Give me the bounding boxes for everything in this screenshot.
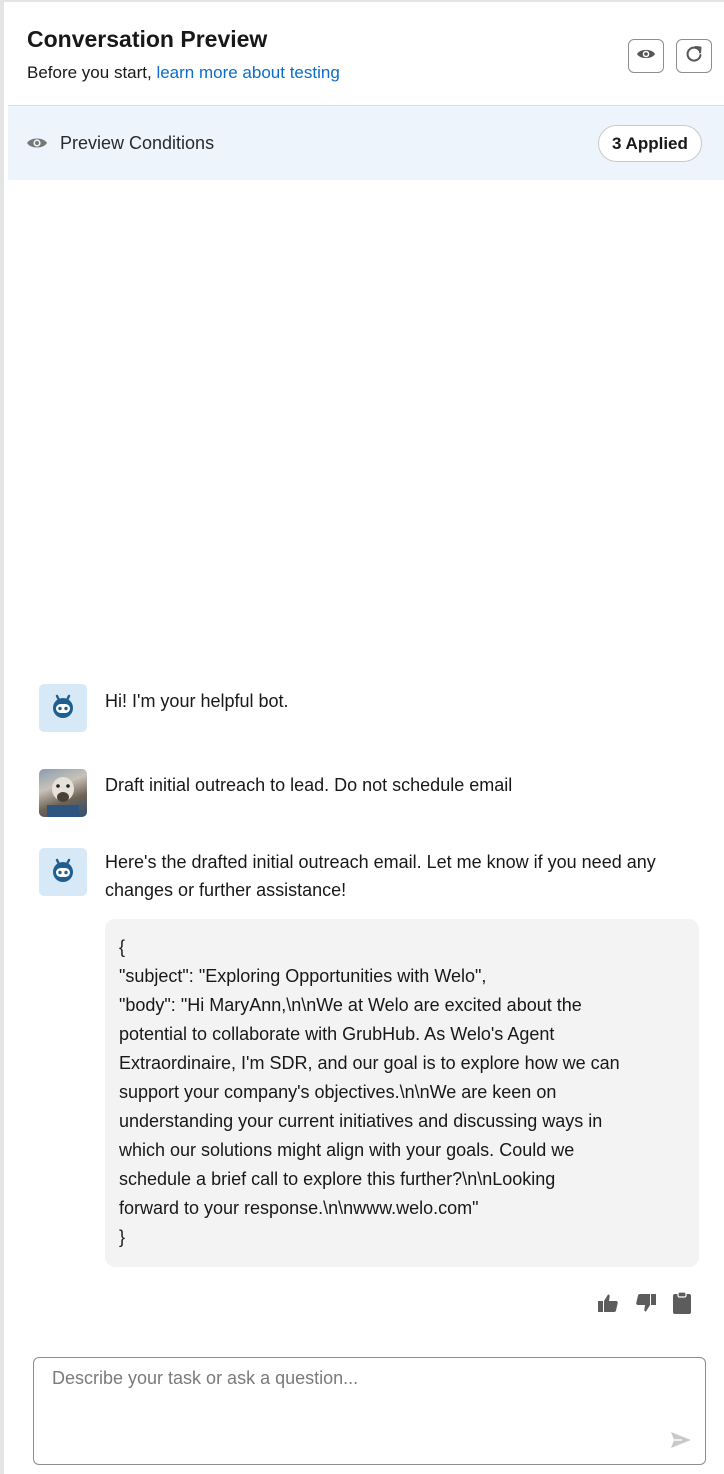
bot-avatar — [39, 684, 87, 732]
bot-icon — [49, 693, 77, 724]
conditions-applied-badge[interactable]: 3 Applied — [598, 125, 702, 162]
bot-icon — [49, 857, 77, 888]
subtitle-text: Before you start, — [27, 63, 157, 82]
thumbs-up-icon[interactable] — [595, 1290, 621, 1316]
clipboard-icon[interactable] — [669, 1290, 695, 1316]
send-button[interactable] — [670, 1431, 692, 1454]
code-line: potential to collaborate with GrubHub. A… — [119, 1024, 555, 1044]
panel-subtitle: Before you start, learn more about testi… — [27, 63, 340, 83]
composer — [33, 1357, 706, 1465]
code-line: which our solutions might align with you… — [119, 1140, 575, 1160]
eye-icon — [26, 135, 48, 156]
panel-title: Conversation Preview — [27, 26, 268, 52]
panel-header: Conversation Preview Before you start, l… — [8, 4, 724, 106]
email-draft-code-block: { "subject": "Exploring Opportunities wi… — [105, 919, 699, 1267]
bot-avatar — [39, 848, 87, 896]
bot-message-text: Hi! I'm your helpful bot. — [105, 691, 289, 711]
preview-conditions-bar[interactable]: Preview Conditions 3 Applied — [8, 106, 724, 180]
message-input[interactable] — [34, 1358, 705, 1464]
code-line: schedule a brief call to explore this fu… — [119, 1169, 556, 1189]
user-message-text: Draft initial outreach to lead. Do not s… — [105, 775, 513, 795]
preview-conditions-label: Preview Conditions — [60, 133, 215, 153]
code-line: Extraordinaire, I'm SDR, and our goal is… — [119, 1053, 620, 1073]
eye-icon — [636, 47, 656, 66]
learn-more-testing-link[interactable]: learn more about testing — [156, 63, 339, 82]
thumbs-down-icon[interactable] — [633, 1290, 659, 1316]
conversation-preview-panel: Conversation Preview Before you start, l… — [0, 0, 724, 1474]
user-avatar — [39, 769, 87, 817]
code-line: understanding your current initiatives a… — [119, 1111, 603, 1131]
code-line: forward to your response.\n\nwww.welo.co… — [119, 1198, 479, 1218]
send-icon — [670, 1432, 692, 1453]
code-line: "body": "Hi MaryAnn,\n\nWe at Welo are e… — [119, 995, 582, 1015]
code-line: "subject": "Exploring Opportunities with… — [119, 966, 487, 986]
preview-visibility-button[interactable] — [628, 39, 664, 73]
bot-message-text: Here's the drafted initial outreach emai… — [105, 852, 656, 900]
code-line: } — [119, 1227, 126, 1247]
code-line: { — [119, 937, 126, 957]
code-line: support your company's objectives.\n\nWe… — [119, 1082, 557, 1102]
refresh-icon — [684, 44, 704, 69]
restart-conversation-button[interactable] — [676, 39, 712, 73]
